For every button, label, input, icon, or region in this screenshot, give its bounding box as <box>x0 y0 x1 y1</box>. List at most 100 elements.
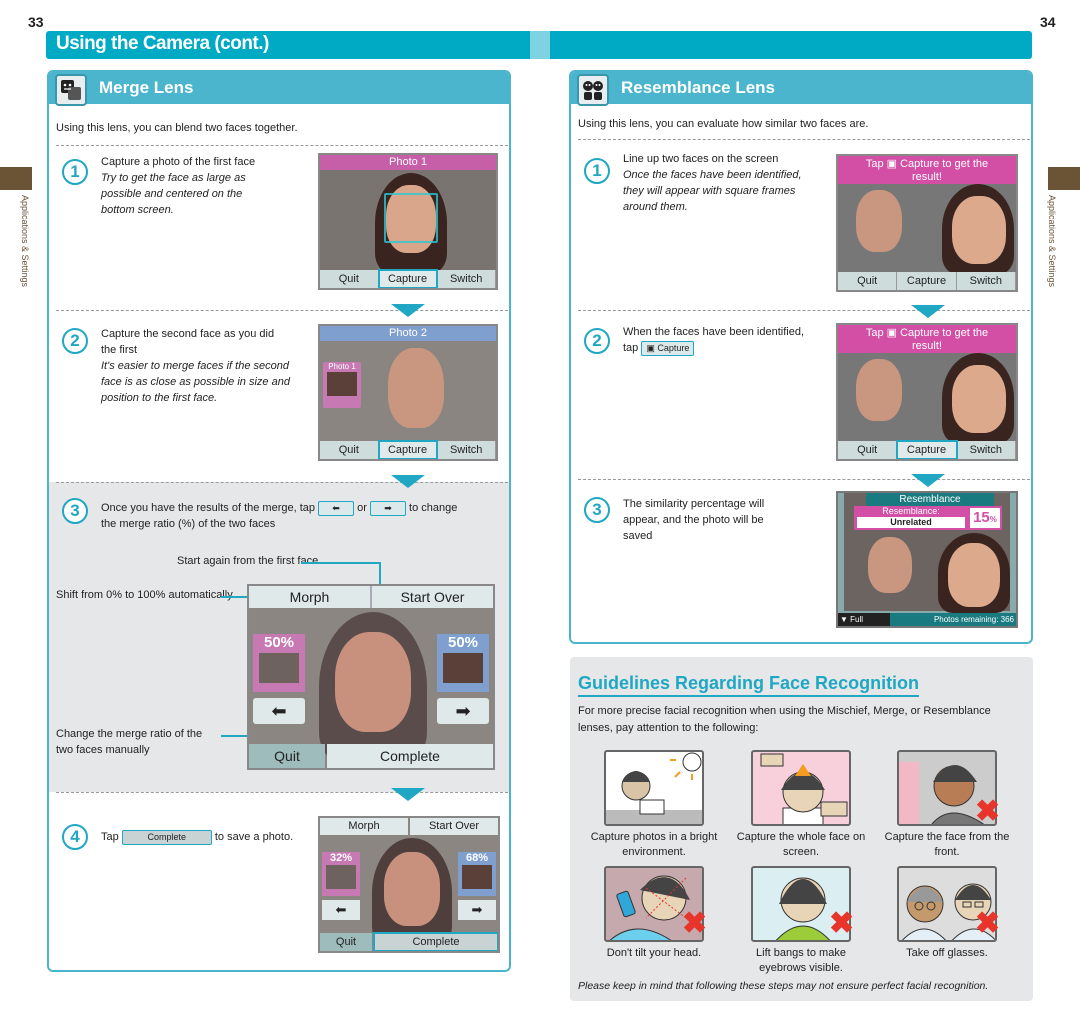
resemblance-lens-title: Resemblance Lens <box>621 78 776 97</box>
x-mark-icon: ✖ <box>682 907 708 940</box>
screen-buttons: Quit Capture Switch <box>838 440 1016 459</box>
start-over-button[interactable]: Start Over <box>410 818 498 835</box>
face-frame <box>384 193 438 243</box>
switch-button[interactable]: Switch <box>957 272 1016 290</box>
step-instruction: When the faces have been identified, <box>623 326 805 338</box>
left-percent: 50% <box>263 634 295 651</box>
camera-screen-photo2: Photo 2 Photo 1 Quit Capture Switch <box>318 324 498 461</box>
guideline-caption: Capture the whole face on screen. <box>736 831 866 858</box>
side-label-right: Applications & Settings <box>1047 195 1057 288</box>
section-banner-right <box>550 31 1032 59</box>
resemblance-result-screen: Resemblance Resemblance: Unrelated 15% ▼… <box>836 491 1018 628</box>
step-number: 2 <box>584 328 610 354</box>
screen-prompt: Tap ▣ Capture to get the result! <box>838 156 1016 184</box>
divider <box>578 139 1030 140</box>
capture-button[interactable]: Capture <box>896 440 958 459</box>
guidelines-section: Guidelines Regarding Face Recognition Fo… <box>570 657 1033 1001</box>
switch-button[interactable]: Switch <box>957 441 1016 459</box>
x-mark-icon: ✖ <box>829 907 855 940</box>
right-arrow-button[interactable]: ➡ <box>437 698 489 724</box>
quit-button[interactable]: Quit <box>249 744 325 768</box>
resemblance-lens-panel: Resemblance Lens Using this lens, you ca… <box>569 70 1033 644</box>
step-note: It's easier to merge faces if the second… <box>101 360 290 404</box>
morph-button[interactable]: Morph <box>320 818 408 835</box>
full-screen-button[interactable]: ▼ Full Screen <box>838 613 890 626</box>
complete-button[interactable]: Complete <box>373 932 498 951</box>
x-mark-icon: ✖ <box>975 907 1001 940</box>
step-instruction: Capture a photo of the first face <box>101 156 256 168</box>
result-title: Resemblance <box>866 493 994 506</box>
left-arrow-icon: ⬅ <box>318 500 355 516</box>
quit-button[interactable]: Quit <box>838 441 898 459</box>
quit-button[interactable]: Quit <box>320 270 379 288</box>
complete-button[interactable]: Complete <box>327 744 493 768</box>
callout-start-over: Start again from the first face <box>177 555 319 567</box>
thumbnail-label: Photo 1 <box>328 362 356 371</box>
resemblance-result: Unrelated <box>857 517 965 528</box>
side-tab-right <box>1048 167 1080 190</box>
switch-button[interactable]: Switch <box>437 270 496 288</box>
banner-divider <box>530 31 550 59</box>
resemblance-screen-1: Tap ▣ Capture to get the result! Quit Ca… <box>836 154 1018 292</box>
quit-button[interactable]: Quit <box>320 441 379 459</box>
merge-lens-intro: Using this lens, you can blend two faces… <box>56 122 298 134</box>
morph-button[interactable]: Morph <box>249 586 370 608</box>
step-number: 1 <box>62 159 88 185</box>
screen-buttons: Quit Capture Switch <box>320 440 496 459</box>
capture-button[interactable]: Capture <box>897 272 957 290</box>
capture-button[interactable]: Capture <box>377 269 439 288</box>
screen-buttons: Quit Capture Switch <box>838 272 1016 290</box>
arrow-down-icon <box>391 304 425 317</box>
step-text: The similarity percentage will appear, a… <box>623 498 765 542</box>
guideline-caption: Capture photos in a bright environment. <box>590 831 718 858</box>
page-number-left: 33 <box>28 14 44 30</box>
merge-faces-icon <box>55 74 87 106</box>
camera-screen-photo1: Photo 1 Quit Capture Switch <box>318 153 498 290</box>
or-text: or <box>357 502 367 514</box>
quit-button[interactable]: Quit <box>320 933 372 951</box>
step-instruction: Tap <box>101 831 119 843</box>
divider <box>56 145 508 146</box>
divider <box>578 310 1030 311</box>
left-arrow-button[interactable]: ⬅ <box>322 900 360 920</box>
quit-button[interactable]: Quit <box>838 272 898 290</box>
merge-lens-title: Merge Lens <box>99 78 194 97</box>
section-title: Using the Camera (cont.) <box>56 33 269 54</box>
screen-prompt: Tap ▣ Capture to get the result! <box>838 325 1016 353</box>
step-text: Capture the second face as you did the f… <box>101 326 291 406</box>
resemblance-screen-2: Tap ▣ Capture to get the result! Quit Ca… <box>836 323 1018 461</box>
step-number: 2 <box>62 328 88 354</box>
guidelines-title: Guidelines Regarding Face Recognition <box>578 673 920 697</box>
right-arrow-icon: ➡ <box>369 500 406 516</box>
capture-button[interactable]: Capture <box>377 440 439 459</box>
switch-button[interactable]: Switch <box>437 441 496 459</box>
x-mark-icon: ✖ <box>975 795 1001 828</box>
merge-lens-header: Merge Lens <box>49 72 509 106</box>
right-percent: 68% <box>465 852 489 864</box>
step-instruction: Once you have the results of the merge, … <box>101 502 316 514</box>
callout-morph: Shift from 0% to 100% automatically <box>56 589 233 601</box>
guidelines-intro: For more precise facial recognition when… <box>578 705 991 734</box>
right-arrow-button[interactable]: ➡ <box>458 900 496 920</box>
divider <box>578 479 1030 480</box>
step-instruction: Line up two faces on the screen <box>623 153 779 165</box>
divider <box>56 792 508 793</box>
page-number-right: 34 <box>1040 14 1056 30</box>
photo1-thumbnail: Photo 1 <box>323 362 361 408</box>
screen-title: Photo 2 <box>320 326 496 341</box>
start-over-button[interactable]: Start Over <box>372 586 493 608</box>
left-percent: 32% <box>329 852 353 864</box>
step-text: Capture a photo of the first face Try to… <box>101 154 271 218</box>
merge-lens-panel: Merge Lens Using this lens, you can blen… <box>47 70 511 972</box>
step-number: 4 <box>62 824 88 850</box>
complete-button-inline: Complete <box>121 829 212 845</box>
side-label-left: Applications & Settings <box>20 195 30 288</box>
merge-result-screen: Morph Start Over 50% 50% ⬅ ➡ Quit Comple… <box>247 584 495 770</box>
merge-complete-screen: Morph Start Over 32% 68% ⬅ ➡ Quit Comple… <box>318 816 500 953</box>
step-note: Try to get the face as large as possible… <box>101 172 246 216</box>
guideline-caption: Capture the face from the front. <box>884 831 1010 858</box>
resemblance-percent: 15% <box>968 506 1002 530</box>
step-number: 3 <box>62 498 88 524</box>
left-arrow-button[interactable]: ⬅ <box>253 698 305 724</box>
screen-title: Photo 1 <box>320 155 496 170</box>
